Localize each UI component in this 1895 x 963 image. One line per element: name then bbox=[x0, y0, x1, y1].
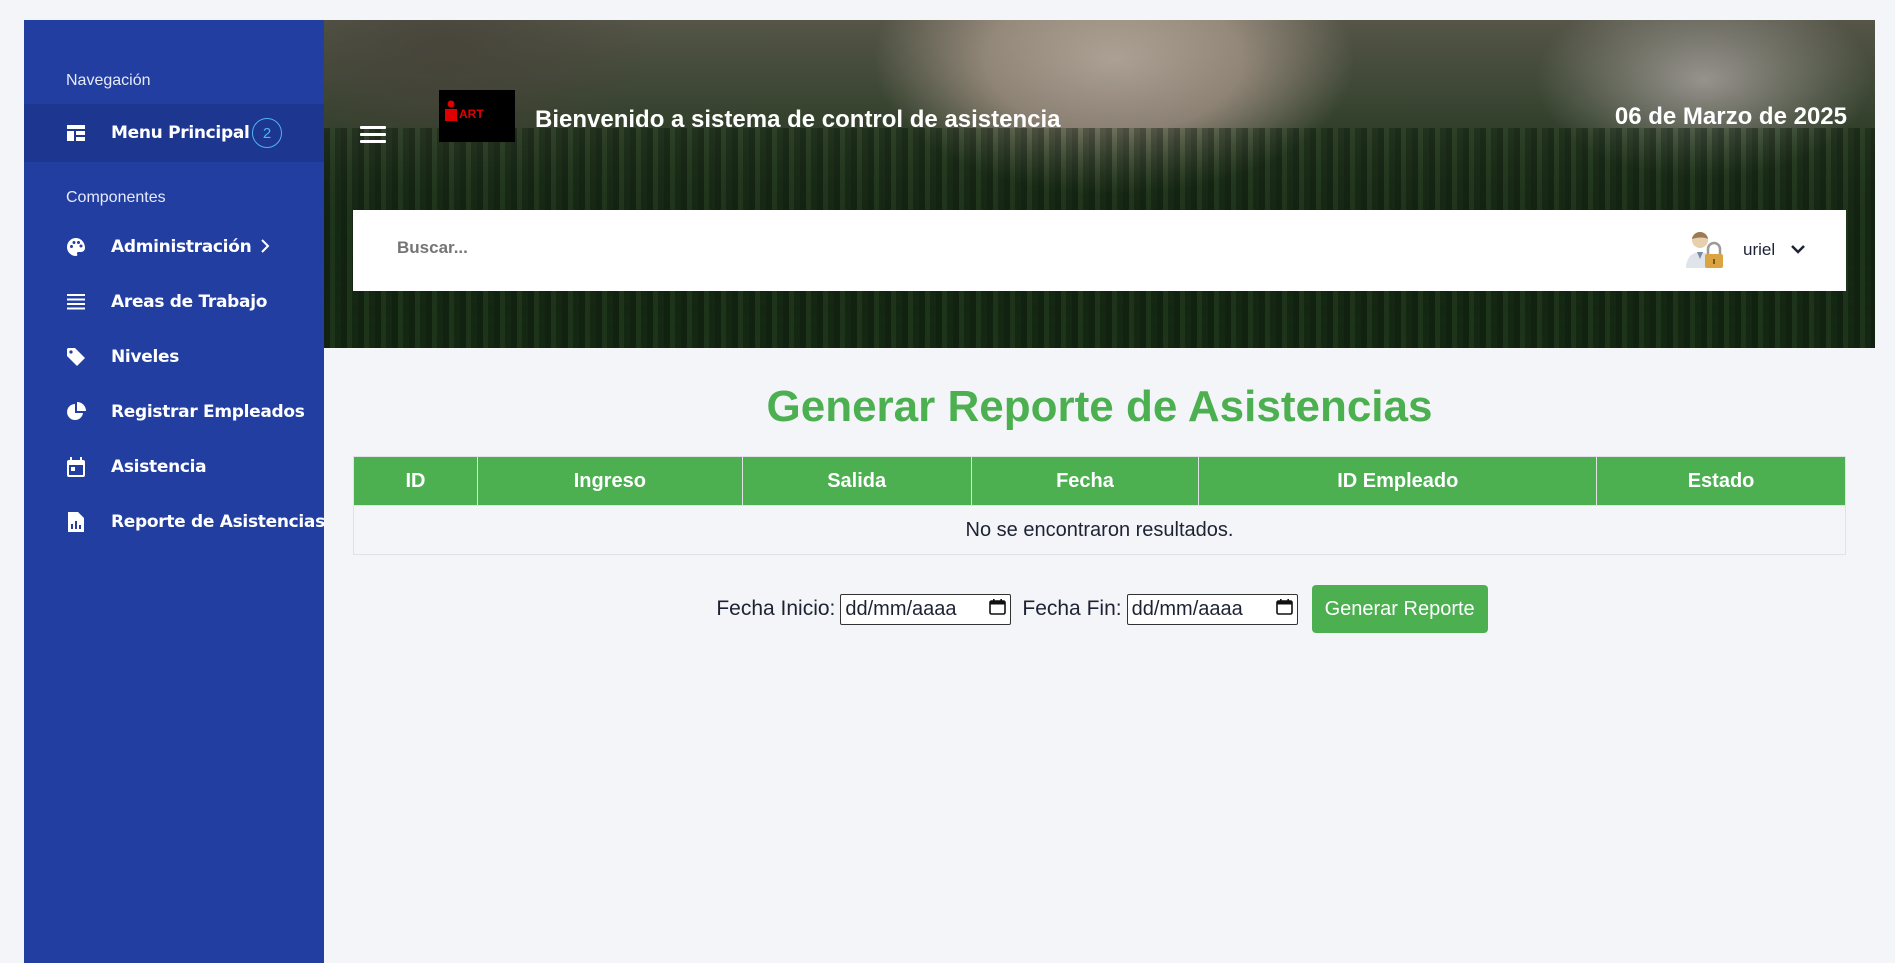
report-icon bbox=[66, 512, 86, 532]
hamburger-menu-icon[interactable] bbox=[360, 126, 386, 148]
sidebar-section-navegacion: Navegación bbox=[66, 72, 151, 89]
sidebar-item-label: Asistencia bbox=[111, 457, 207, 477]
sidebar-section-componentes: Componentes bbox=[66, 189, 166, 206]
notification-badge: 2 bbox=[252, 118, 282, 148]
sidebar-item-label: Registrar Empleados bbox=[111, 402, 305, 422]
column-header-salida[interactable]: Salida bbox=[741, 456, 972, 506]
date-placeholder: dd/mm/aaaa bbox=[845, 597, 957, 620]
sidebar-item-label: Niveles bbox=[111, 347, 180, 367]
attendance-table: ID Ingreso Salida Fecha ID Empleado Esta… bbox=[353, 456, 1846, 555]
sidebar-item-label: Menu Principal bbox=[111, 123, 250, 143]
sidebar-item-asistencia[interactable]: Asistencia bbox=[24, 438, 324, 496]
empty-message: No se encontraron resultados. bbox=[353, 505, 1846, 555]
search-bar: uriel bbox=[353, 210, 1846, 291]
header-date: 06 de Marzo de 2025 bbox=[1614, 103, 1847, 130]
report-filters: Fecha Inicio: dd/mm/aaaa Fecha Fin: dd/m… bbox=[324, 585, 1875, 633]
table-header-row: ID Ingreso Salida Fecha ID Empleado Esta… bbox=[353, 456, 1846, 506]
fecha-fin-input[interactable]: dd/mm/aaaa bbox=[1126, 593, 1298, 625]
calendar-picker-icon[interactable] bbox=[989, 598, 1007, 621]
sidebar-item-menu-principal[interactable]: Menu Principal 2 bbox=[24, 104, 324, 162]
calendar-icon bbox=[66, 457, 86, 477]
header-title: Bienvenido a sistema de control de asist… bbox=[535, 106, 1061, 133]
column-header-ingreso[interactable]: Ingreso bbox=[476, 456, 743, 506]
sidebar-item-niveles[interactable]: Niveles bbox=[24, 328, 324, 386]
table-row: No se encontraron resultados. bbox=[353, 505, 1846, 555]
generar-reporte-button[interactable]: Generar Reporte bbox=[1311, 585, 1488, 633]
sidebar-item-administracion[interactable]: Administración bbox=[24, 218, 324, 276]
list-icon bbox=[66, 292, 86, 312]
fecha-inicio-label: Fecha Inicio: bbox=[716, 597, 836, 620]
column-header-fecha[interactable]: Fecha bbox=[970, 456, 1200, 506]
tag-icon bbox=[66, 347, 86, 367]
search-input[interactable] bbox=[397, 238, 897, 258]
pie-chart-icon bbox=[66, 402, 86, 422]
sidebar-item-reporte-de-asistencias[interactable]: Reporte de Asistencias bbox=[24, 493, 325, 551]
calendar-picker-icon[interactable] bbox=[1275, 598, 1293, 621]
column-header-id-empleado[interactable]: ID Empleado bbox=[1198, 456, 1598, 506]
user-name[interactable]: uriel bbox=[1743, 240, 1775, 260]
sidebar-item-label: Reporte de Asistencias bbox=[111, 512, 325, 532]
page-title: Generar Reporte de Asistencias bbox=[766, 382, 1433, 431]
app-frame: Navegación Menu Principal 2 Componentes … bbox=[24, 20, 1875, 963]
palette-icon bbox=[66, 237, 86, 257]
header-banner: ART Bienvenido a sistema de control de a… bbox=[324, 20, 1875, 348]
sidebar: Navegación Menu Principal 2 Componentes … bbox=[24, 20, 325, 963]
logo: ART bbox=[439, 90, 515, 142]
date-placeholder: dd/mm/aaaa bbox=[1131, 597, 1243, 620]
sidebar-item-registrar-empleados[interactable]: Registrar Empleados bbox=[24, 383, 324, 441]
column-header-estado[interactable]: Estado bbox=[1596, 456, 1846, 506]
fecha-inicio-input[interactable]: dd/mm/aaaa bbox=[840, 593, 1012, 625]
fecha-fin-label: Fecha Fin: bbox=[1022, 597, 1122, 620]
chevron-down-icon[interactable] bbox=[1790, 242, 1806, 260]
sidebar-item-areas-de-trabajo[interactable]: Areas de Trabajo bbox=[24, 273, 324, 331]
dashboard-icon bbox=[66, 123, 86, 143]
sidebar-item-label: Administración bbox=[111, 237, 252, 257]
logo-text: ART bbox=[459, 107, 484, 121]
sidebar-item-label: Areas de Trabajo bbox=[111, 292, 268, 312]
column-header-id[interactable]: ID bbox=[353, 456, 478, 506]
chevron-right-icon bbox=[260, 238, 270, 257]
user-avatar-icon[interactable] bbox=[1683, 228, 1727, 272]
